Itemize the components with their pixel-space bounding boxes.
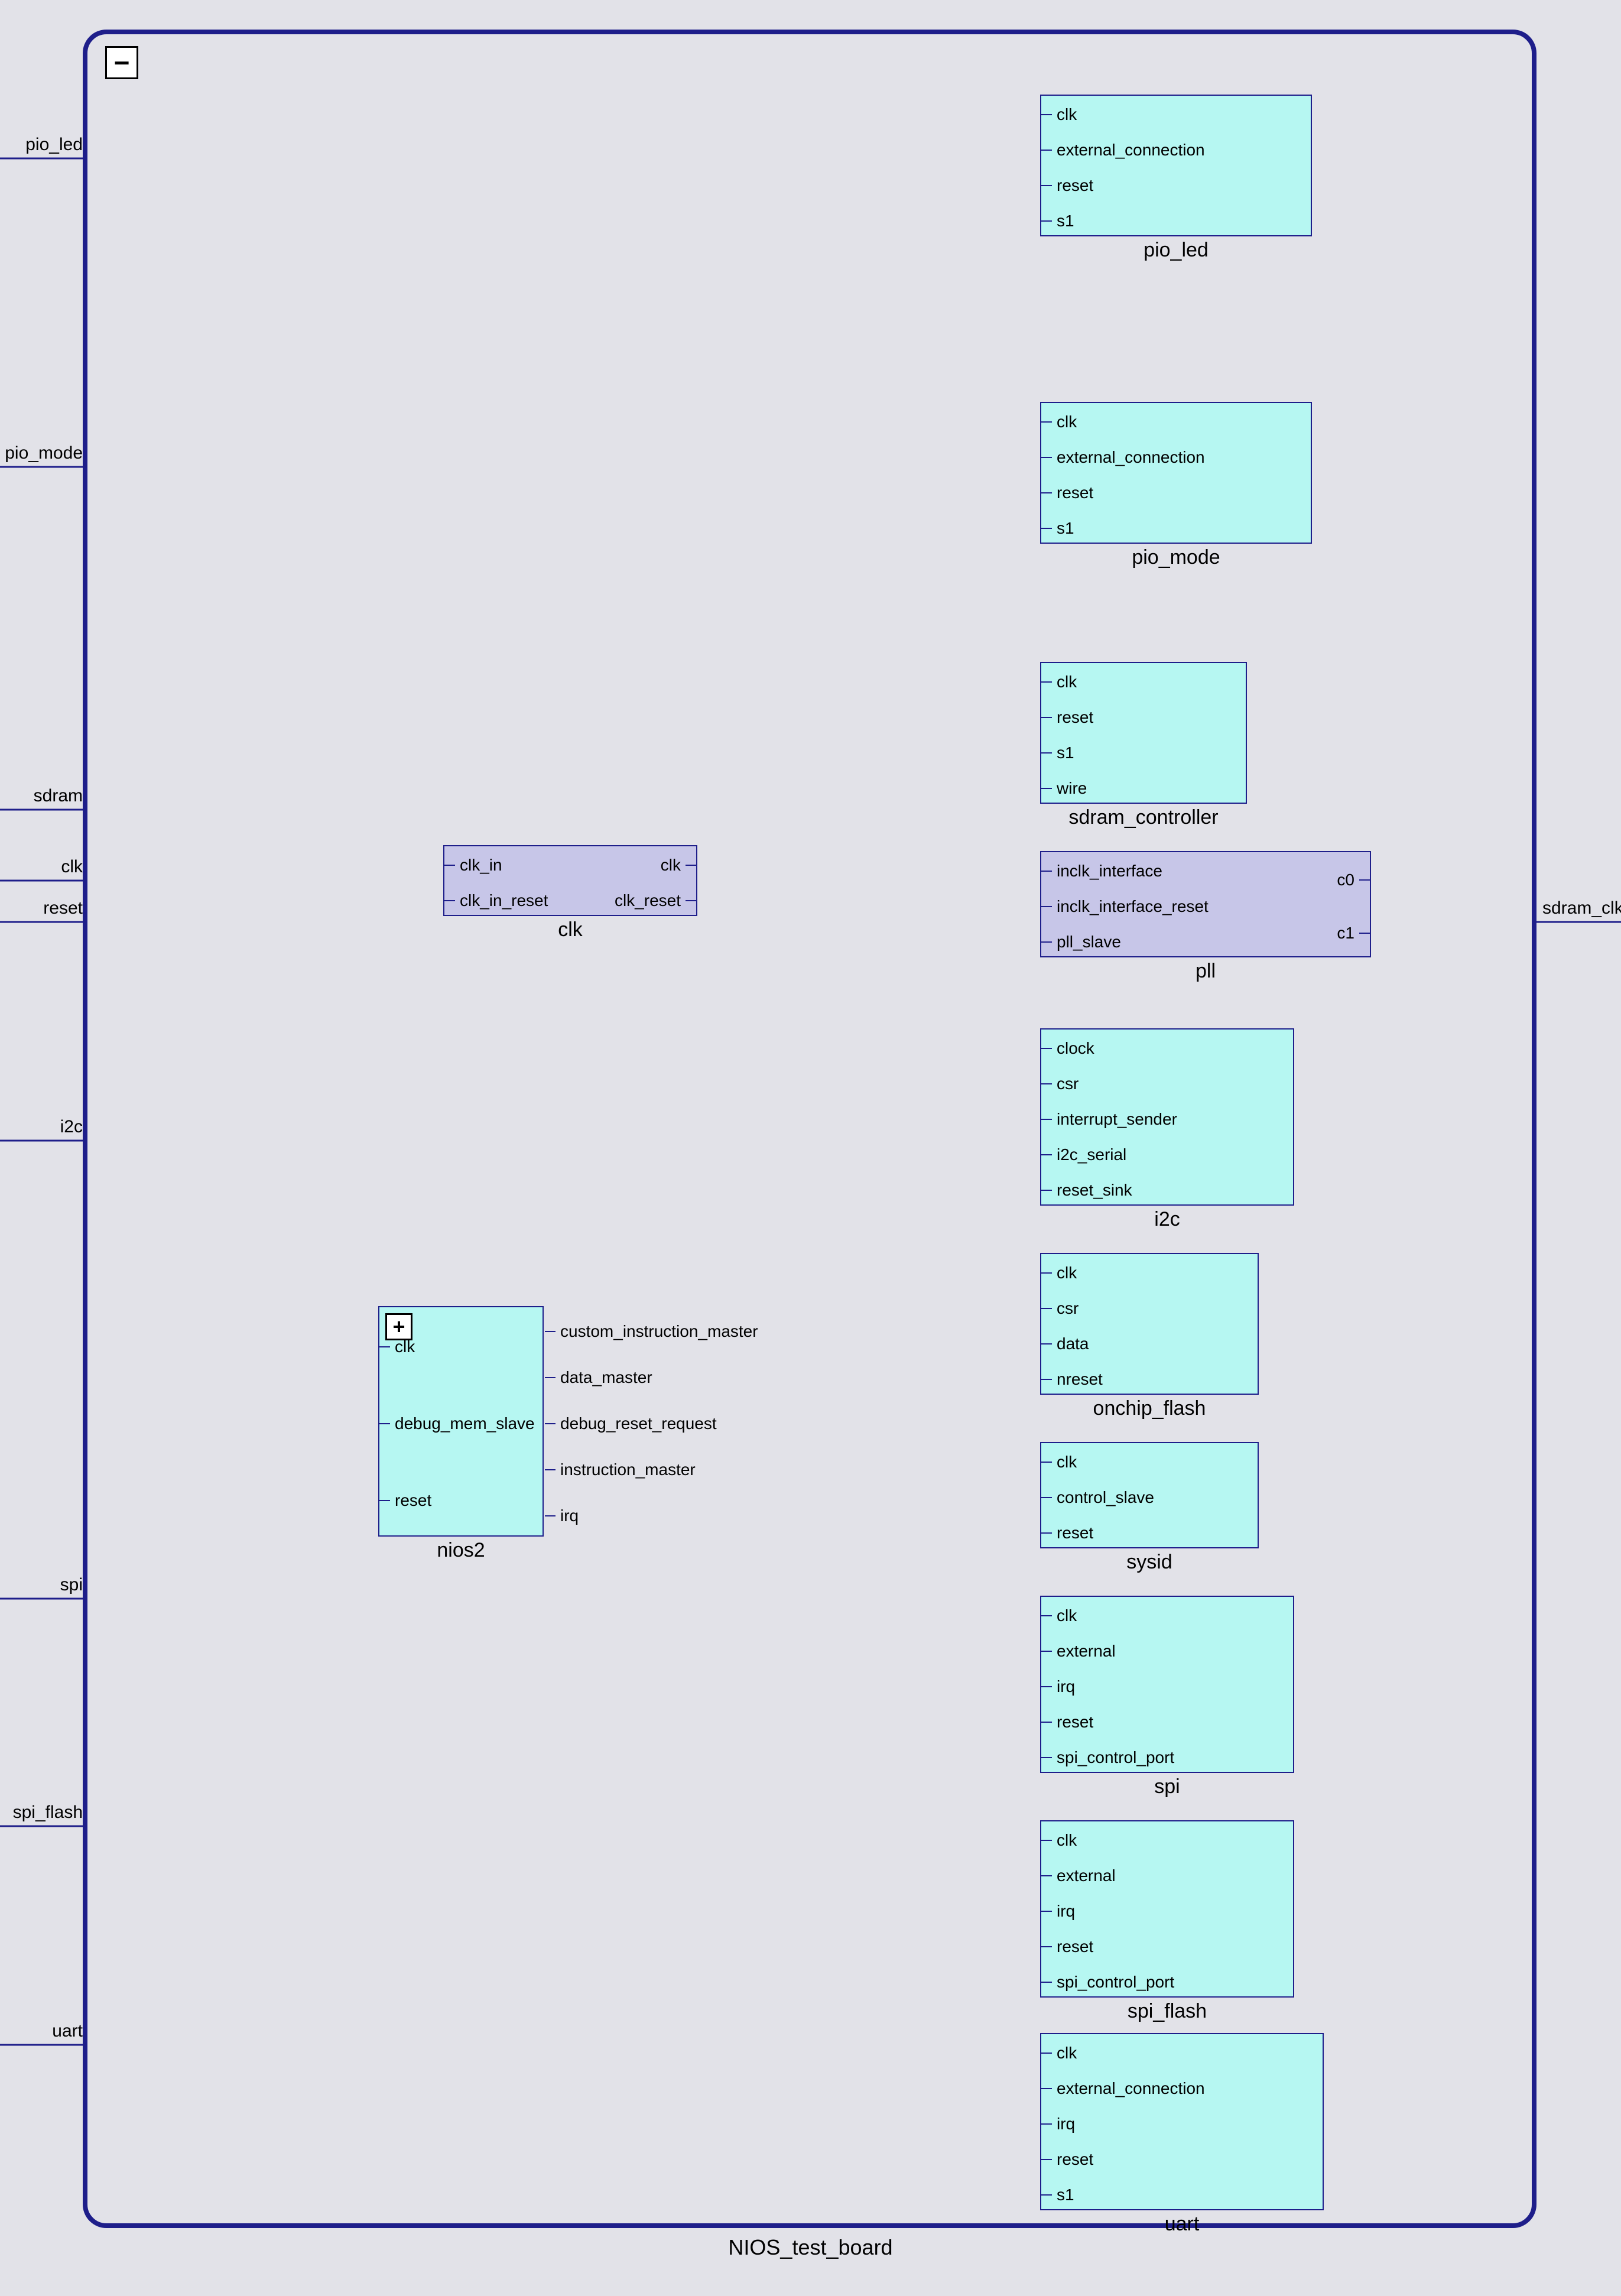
block-spi_flash[interactable]: spi_flashclkexternalirqresetspi_control_… (1040, 1820, 1294, 1998)
port-spi_flash-irq: irq (1041, 1902, 1075, 1921)
block-uart[interactable]: uartclkexternal_connectionirqresets1 (1040, 2033, 1324, 2210)
design-title: NIOS_test_board (728, 2235, 892, 2260)
port-clk-clk_in_reset: clk_in_reset (444, 891, 548, 910)
port-spi_flash-reset: reset (1041, 1937, 1093, 1956)
block-i2c[interactable]: i2cclockcsrinterrupt_senderi2c_serialres… (1040, 1028, 1294, 1206)
port-pio_mode-s1: s1 (1041, 519, 1074, 538)
block-title-sdram_controller: sdram_controller (1068, 806, 1218, 829)
block-spi[interactable]: spiclkexternalirqresetspi_control_port (1040, 1596, 1294, 1773)
block-title-pll: pll (1196, 960, 1216, 983)
block-title-onchip_flash: onchip_flash (1093, 1397, 1206, 1420)
port-sdram_controller-reset: reset (1041, 708, 1093, 727)
port-spi-spi_control_port: spi_control_port (1041, 1748, 1174, 1767)
ext-port-sdram_clk: sdram_clk (1542, 898, 1621, 918)
port-nios2-irq: irq (545, 1506, 583, 1525)
ext-port-uart: uart (52, 2021, 83, 2041)
port-spi_flash-external: external (1041, 1866, 1116, 1885)
port-nios2-data_master: data_master (545, 1368, 657, 1387)
ext-port-reset: reset (43, 898, 83, 918)
port-nios2-debug_mem_slave: debug_mem_slave (379, 1414, 535, 1433)
port-nios2-reset: reset (379, 1491, 431, 1510)
block-sdram_controller[interactable]: sdram_controllerclkresets1wire (1040, 662, 1247, 804)
port-spi_flash-clk: clk (1041, 1831, 1077, 1850)
port-onchip_flash-nreset: nreset (1041, 1370, 1103, 1389)
port-pll-c0: c0 (1337, 871, 1370, 889)
port-i2c-interrupt_sender: interrupt_sender (1041, 1110, 1177, 1129)
block-title-pio_mode: pio_mode (1132, 546, 1220, 569)
block-title-nios2: nios2 (437, 1539, 485, 1562)
port-spi-external: external (1041, 1642, 1116, 1661)
port-pio_mode-external_connection: external_connection (1041, 448, 1205, 467)
port-i2c-i2c_serial: i2c_serial (1041, 1145, 1126, 1164)
port-pio_led-s1: s1 (1041, 212, 1074, 230)
port-onchip_flash-clk: clk (1041, 1264, 1077, 1282)
block-nios2[interactable]: nios2+clkdebug_mem_slaveresetcustom_inst… (378, 1306, 544, 1537)
collapse-icon[interactable]: − (105, 46, 138, 79)
port-clk-clk_reset: clk_reset (615, 891, 696, 910)
ext-port-pio_led: pio_led (25, 135, 83, 155)
port-nios2-clk: clk (379, 1337, 415, 1356)
expand-icon[interactable]: + (385, 1313, 412, 1340)
ext-port-pio_mode: pio_mode (5, 443, 83, 463)
port-clk-clk_in: clk_in (444, 856, 502, 875)
block-title-clk: clk (558, 918, 583, 941)
port-onchip_flash-data: data (1041, 1334, 1089, 1353)
block-pio_led[interactable]: pio_ledclkexternal_connectionresets1 (1040, 95, 1312, 236)
port-uart-irq: irq (1041, 2115, 1075, 2133)
port-sdram_controller-wire: wire (1041, 779, 1087, 798)
ext-port-i2c: i2c (60, 1117, 83, 1137)
port-pio_led-external_connection: external_connection (1041, 141, 1205, 160)
port-pio_mode-clk: clk (1041, 413, 1077, 431)
port-sysid-clk: clk (1041, 1453, 1077, 1472)
port-pio_mode-reset: reset (1041, 483, 1093, 502)
port-uart-clk: clk (1041, 2044, 1077, 2063)
canvas: pio_led pio_modesdram clk reset i2c spi spi_fl… (0, 0, 1621, 2296)
port-uart-external_connection: external_connection (1041, 2079, 1205, 2098)
board-outline: − (83, 30, 1536, 2228)
ext-port-spi: spi (60, 1575, 83, 1595)
port-pll-pll_slave: pll_slave (1041, 933, 1121, 951)
block-clk[interactable]: clkclk_inclk_in_resetclkclk_reset (443, 845, 697, 916)
port-onchip_flash-csr: csr (1041, 1299, 1078, 1318)
port-spi-irq: irq (1041, 1677, 1075, 1696)
block-onchip_flash[interactable]: onchip_flashclkcsrdatanreset (1040, 1253, 1259, 1395)
block-pio_mode[interactable]: pio_modeclkexternal_connectionresets1 (1040, 402, 1312, 544)
port-spi_flash-spi_control_port: spi_control_port (1041, 1973, 1174, 1992)
port-sysid-reset: reset (1041, 1524, 1093, 1542)
port-pll-c1: c1 (1337, 924, 1370, 943)
port-i2c-reset_sink: reset_sink (1041, 1181, 1132, 1200)
block-title-pio_led: pio_led (1144, 239, 1209, 262)
ext-port-spi_flash: spi_flash (13, 1803, 83, 1823)
port-sdram_controller-clk: clk (1041, 673, 1077, 691)
port-pio_led-reset: reset (1041, 176, 1093, 195)
block-title-i2c: i2c (1154, 1208, 1180, 1231)
port-spi-clk: clk (1041, 1606, 1077, 1625)
port-uart-reset: reset (1041, 2150, 1093, 2169)
port-clk-clk: clk (661, 856, 696, 875)
port-nios2-instruction_master: instruction_master (545, 1460, 700, 1479)
port-nios2-debug_reset_request: debug_reset_request (545, 1414, 722, 1433)
port-spi-reset: reset (1041, 1713, 1093, 1732)
block-title-spi_flash: spi_flash (1128, 2000, 1207, 2023)
block-title-sysid: sysid (1126, 1551, 1172, 1574)
port-i2c-clock: clock (1041, 1039, 1094, 1058)
block-title-uart: uart (1165, 2213, 1200, 2236)
port-pll-inclk_interface: inclk_interface (1041, 862, 1162, 881)
port-i2c-csr: csr (1041, 1074, 1078, 1093)
block-pll[interactable]: pllinclk_interfaceinclk_interface_resetp… (1040, 851, 1371, 957)
port-pio_led-clk: clk (1041, 105, 1077, 124)
ext-port-clk: clk (61, 857, 83, 877)
port-sdram_controller-s1: s1 (1041, 743, 1074, 762)
block-title-spi: spi (1154, 1775, 1180, 1798)
port-nios2-custom_instruction_master: custom_instruction_master (545, 1322, 763, 1341)
ext-port-sdram: sdram (34, 786, 83, 806)
port-sysid-control_slave: control_slave (1041, 1488, 1154, 1507)
port-uart-s1: s1 (1041, 2185, 1074, 2204)
port-pll-inclk_interface_reset: inclk_interface_reset (1041, 897, 1209, 916)
block-sysid[interactable]: sysidclkcontrol_slavereset (1040, 1442, 1259, 1548)
